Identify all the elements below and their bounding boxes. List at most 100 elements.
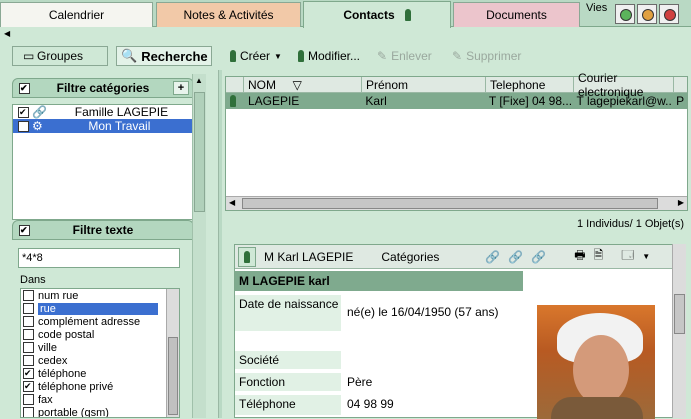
vies-label: Vies [586, 2, 608, 14]
scrollbar-thumb[interactable] [242, 198, 658, 209]
field-checkbox[interactable] [23, 329, 34, 340]
field-item[interactable]: téléphone [21, 367, 179, 380]
filtre-texte-header: Filtre texte [12, 220, 194, 240]
field-label: fax [38, 393, 53, 406]
field-checkbox[interactable] [23, 394, 34, 405]
chevron-down-icon[interactable]: ▼ [642, 252, 650, 261]
link-icon[interactable]: 🔗 [531, 250, 546, 264]
tab-documents[interactable]: Documents [453, 2, 580, 27]
field-checkbox[interactable] [23, 290, 34, 301]
creer-button[interactable]: Créer ▼ [230, 46, 282, 66]
scroll-right-icon[interactable]: ▶ [678, 198, 684, 207]
contacts-grid: NOM ▽ Prénom Telephone Courier electroni… [225, 71, 688, 211]
delete-icon: ✎ [452, 49, 463, 63]
column-prenom[interactable]: Prénom [362, 77, 486, 92]
category-item[interactable]: ⚙ Mon Travail [13, 119, 193, 133]
scroll-left-icon[interactable]: ◀ [229, 198, 235, 207]
filtre-categories-checkbox[interactable] [19, 83, 30, 94]
modifier-label: Modifier... [308, 49, 361, 63]
field-value-fonction: Père [347, 375, 373, 389]
filtre-texte-input[interactable]: *4*8 [18, 248, 180, 268]
categories-button[interactable]: Catégories [381, 250, 439, 264]
field-item[interactable]: cedex [21, 354, 179, 367]
row-person-icon [226, 93, 244, 109]
link-icon[interactable]: 🔗 [485, 250, 500, 264]
field-list: num rue rue complément adresse code post… [20, 288, 180, 418]
cell-nom: LAGEPIE [247, 94, 300, 108]
detail-header-name: M Karl LAGEPIE [264, 249, 354, 264]
add-category-button[interactable]: + [173, 81, 189, 95]
category-list: 🔗 Famille LAGEPIE ⚙ Mon Travail [12, 104, 194, 220]
collapse-arrow-icon[interactable]: ◀ [4, 29, 10, 38]
field-label-telephone: Téléphone [235, 395, 341, 415]
field-checkbox[interactable] [23, 381, 34, 392]
tab-calendrier[interactable]: Calendrier [0, 2, 153, 27]
search-icon: 🔍 [121, 48, 138, 63]
field-value-telephone: 04 98 99 [347, 397, 394, 411]
field-item[interactable]: complément adresse [21, 315, 179, 328]
secondary-bar: ◀ [0, 28, 691, 42]
field-item[interactable]: num rue [21, 289, 179, 302]
grid-header: NOM ▽ Prénom Telephone Courier electroni… [226, 71, 687, 99]
column-nom-label: NOM [248, 77, 276, 92]
work-icon: ⚙ [32, 119, 43, 133]
detail-scrollbar[interactable] [672, 244, 686, 418]
category-label: Famille LAGEPIE [74, 105, 169, 119]
chevron-down-icon[interactable]: ▼ [274, 52, 282, 61]
field-item[interactable]: portable (gsm) [21, 406, 179, 417]
field-list-scrollbar[interactable] [166, 289, 179, 417]
groupes-label: Groupes [37, 49, 84, 63]
groupes-button[interactable]: ▭ Groupes [12, 46, 108, 66]
tab-notes-activites[interactable]: Notes & Activités [156, 2, 301, 27]
edit-person-icon [298, 50, 304, 62]
field-item[interactable]: rue [21, 302, 179, 315]
scroll-up-icon[interactable]: ▲ [195, 76, 203, 85]
field-value-date-naissance: né(e) le 16/04/1950 (57 ans) [347, 305, 499, 319]
view-red-icon[interactable] [659, 4, 679, 24]
field-item[interactable]: téléphone privé [21, 380, 179, 393]
field-label: num rue [38, 289, 79, 302]
left-panel-scrollbar[interactable]: ▲ [192, 74, 206, 418]
cell-email: T lagepiekarl@w... [576, 94, 673, 108]
column-telephone[interactable]: Telephone [486, 77, 574, 92]
field-item[interactable]: ville [21, 341, 179, 354]
print-icon[interactable]: 🖶 [574, 246, 585, 267]
scrollbar-thumb[interactable] [194, 92, 205, 212]
scrollbar-thumb[interactable] [674, 294, 685, 334]
modifier-button[interactable]: Modifier... [298, 46, 360, 66]
field-label: téléphone privé [38, 380, 114, 393]
view-green-icon[interactable] [615, 4, 635, 24]
field-checkbox[interactable] [23, 342, 34, 353]
enlever-button[interactable]: ✎ Enlever [377, 46, 432, 66]
column-nom[interactable]: NOM ▽ [244, 77, 362, 92]
cell-prenom: Karl [365, 94, 387, 108]
field-checkbox[interactable] [23, 355, 34, 366]
filtre-texte-checkbox[interactable] [19, 225, 30, 236]
panel-splitter[interactable] [218, 70, 222, 418]
contact-card-icon[interactable] [238, 246, 256, 267]
dans-label: Dans [20, 274, 46, 286]
category-checkbox[interactable] [18, 120, 29, 132]
supprimer-button[interactable]: ✎ Supprimer [452, 46, 521, 66]
tab-contacts[interactable]: Contacts [303, 1, 451, 28]
category-checkbox[interactable] [18, 106, 29, 118]
field-checkbox[interactable] [23, 368, 34, 379]
view-orange-icon[interactable] [637, 4, 657, 24]
view-options-icon[interactable]: 🗔 [621, 246, 634, 267]
column-courier[interactable]: Courier electronique [574, 71, 674, 99]
grid-horizontal-scrollbar[interactable]: ◀ ▶ [226, 196, 687, 210]
left-filter-panel: Filtre catégories + 🔗 Famille LAGEPIE ⚙ … [8, 72, 216, 418]
table-row[interactable]: LAGEPIE Karl T [Fixe] 04 98... T lagepie… [226, 93, 687, 109]
category-label: Mon Travail [88, 119, 151, 133]
scrollbar-thumb[interactable] [168, 337, 178, 415]
field-checkbox[interactable] [23, 303, 34, 314]
field-checkbox[interactable] [23, 316, 34, 327]
recherche-button[interactable]: 🔍 Recherche [116, 46, 212, 66]
field-checkbox[interactable] [23, 407, 34, 417]
category-item[interactable]: 🔗 Famille LAGEPIE [13, 105, 193, 119]
print-preview-icon[interactable]: 🗎 [594, 246, 604, 267]
link-icon[interactable]: 🔗 [508, 250, 523, 264]
field-label: code postal [38, 328, 95, 341]
field-item[interactable]: code postal [21, 328, 179, 341]
field-item[interactable]: fax [21, 393, 179, 406]
